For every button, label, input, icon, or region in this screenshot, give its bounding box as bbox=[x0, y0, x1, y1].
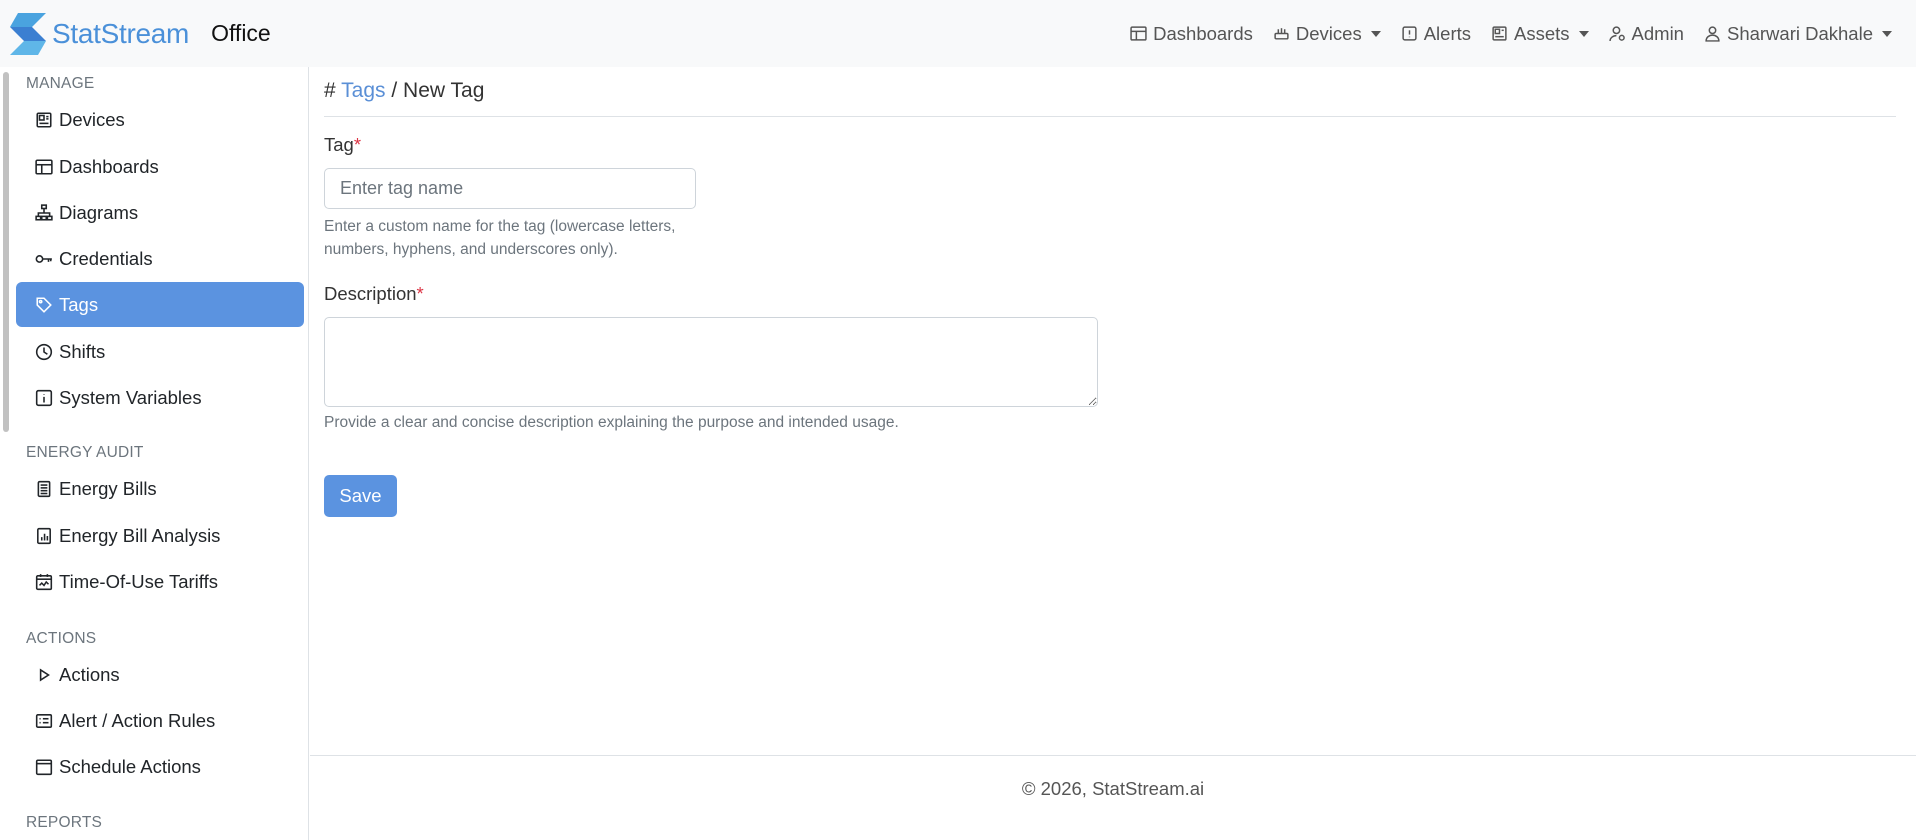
description-label: Description* bbox=[324, 283, 424, 305]
tag-label: Tag* bbox=[324, 134, 361, 156]
assets-icon bbox=[1492, 26, 1507, 41]
sidebar-item-actions[interactable]: Actions bbox=[16, 652, 304, 697]
required-mark: * bbox=[416, 283, 424, 304]
sidebar-item-label: Shifts bbox=[59, 340, 106, 362]
tag-name-input[interactable] bbox=[324, 168, 696, 209]
device-icon bbox=[36, 111, 52, 128]
tag-help-line-1: Enter a custom name for the tag (lowerca… bbox=[324, 218, 676, 235]
user-icon bbox=[1705, 26, 1720, 42]
sidebar-item-energy-bill-analysis[interactable]: Energy Bill Analysis bbox=[16, 513, 304, 558]
section-reports: REPORTS bbox=[26, 814, 103, 831]
sidebar-item-system-variables[interactable]: System Variables bbox=[16, 375, 304, 420]
sidebar-item-label: System Variables bbox=[59, 386, 202, 408]
nav-user-menu[interactable]: Sharwari Dakhale bbox=[1704, 23, 1892, 45]
nav-admin-label: Admin bbox=[1631, 22, 1684, 44]
nav-devices-label: Devices bbox=[1295, 22, 1362, 44]
sidebar-item-energy-bills[interactable]: Energy Bills bbox=[16, 466, 304, 511]
sidebar-item-label: Dashboards bbox=[59, 155, 159, 177]
sidebar-item-tags[interactable]: Tags bbox=[16, 282, 304, 327]
nav-alerts-label: Alerts bbox=[1423, 22, 1471, 44]
breadcrumb-hash: # bbox=[324, 79, 336, 102]
devices-icon bbox=[1274, 28, 1289, 40]
sidebar-item-devices[interactable]: Devices bbox=[16, 97, 304, 142]
alert-icon bbox=[1402, 26, 1417, 41]
sidebar-item-label: Alert / Action Rules bbox=[59, 709, 216, 731]
key-icon bbox=[35, 254, 52, 263]
tag-icon bbox=[36, 296, 52, 313]
top-nav-links: Dashboards Devices Alerts Assets Admin S… bbox=[1130, 0, 1892, 67]
nav-dashboards[interactable]: Dashboards bbox=[1130, 23, 1253, 45]
top-navbar: StatStream Office Dashboards Devices Ale… bbox=[0, 0, 1916, 67]
section-energy-audit: ENERGY AUDIT bbox=[26, 444, 144, 461]
sidebar-item-label: Devices bbox=[59, 108, 125, 130]
schedule-icon bbox=[35, 758, 53, 775]
chevron-down-icon bbox=[1370, 30, 1381, 37]
nav-assets[interactable]: Assets bbox=[1491, 23, 1589, 45]
breadcrumb-current: New Tag bbox=[403, 79, 485, 102]
tag-help-line-2: numbers, hyphens, and underscores only). bbox=[324, 241, 618, 258]
rules-icon bbox=[35, 713, 53, 728]
sidebar-item-schedule-actions[interactable]: Schedule Actions bbox=[16, 744, 304, 789]
sidebar-scrollbar[interactable] bbox=[3, 72, 9, 432]
nav-dashboards-label: Dashboards bbox=[1153, 22, 1253, 44]
sidebar-item-alert-action-rules[interactable]: Alert / Action Rules bbox=[16, 698, 304, 743]
sidebar-item-label: Energy Bill Analysis bbox=[59, 524, 221, 546]
bill-icon bbox=[37, 480, 51, 497]
description-textarea[interactable] bbox=[324, 317, 1098, 407]
section-manage: MANAGE bbox=[26, 75, 95, 92]
footer: © 2026, StatStream.ai bbox=[310, 755, 1916, 840]
sidebar-item-credentials[interactable]: Credentials bbox=[16, 236, 304, 281]
sidebar-item-time-of-use-tariffs[interactable]: Time-Of-Use Tariffs bbox=[16, 559, 304, 604]
sidebar-item-diagrams[interactable]: Diagrams bbox=[16, 190, 304, 235]
nav-devices[interactable]: Devices bbox=[1273, 23, 1381, 45]
section-actions: ACTIONS bbox=[26, 630, 97, 647]
chevron-down-icon bbox=[1578, 30, 1589, 37]
nav-alerts[interactable]: Alerts bbox=[1401, 23, 1471, 45]
nav-assets-label: Assets bbox=[1514, 22, 1570, 44]
breadcrumb-link-tags[interactable]: Tags bbox=[341, 79, 385, 102]
sidebar-item-label: Credentials bbox=[59, 247, 153, 269]
breadcrumb: # Tags / New Tag bbox=[324, 79, 484, 103]
breadcrumb-divider bbox=[324, 116, 1896, 117]
sidebar-item-label: Time-Of-Use Tariffs bbox=[59, 570, 218, 592]
sidebar-item-dashboards[interactable]: Dashboards bbox=[16, 144, 304, 189]
nav-user-label: Sharwari Dakhale bbox=[1726, 22, 1873, 44]
required-mark: * bbox=[353, 134, 362, 155]
breadcrumb-separator: / bbox=[391, 79, 398, 102]
statstream-logo-icon bbox=[10, 12, 46, 55]
info-icon bbox=[35, 389, 53, 406]
chevron-down-icon bbox=[1882, 30, 1892, 37]
sidebar-item-label: Schedule Actions bbox=[59, 755, 201, 777]
description-label-text: Description bbox=[324, 283, 417, 304]
sidebar-item-label: Energy Bills bbox=[59, 477, 157, 499]
play-icon bbox=[39, 667, 50, 682]
brand-subtitle: Office bbox=[211, 20, 271, 46]
save-button[interactable]: Save bbox=[324, 475, 397, 517]
clock-icon bbox=[35, 343, 53, 360]
sidebar-item-label: Actions bbox=[59, 663, 120, 685]
sidebar: MANAGE Devices Dashboards Diagrams Crede… bbox=[0, 67, 309, 840]
description-help-text: Provide a clear and concise description … bbox=[324, 414, 899, 431]
nav-admin[interactable]: Admin bbox=[1608, 22, 1684, 45]
chart-icon bbox=[37, 527, 51, 544]
brand-name: StatStream bbox=[52, 17, 190, 49]
main-content: # Tags / New Tag Tag* Enter a custom nam… bbox=[310, 67, 1916, 840]
dashboard-icon bbox=[35, 158, 53, 175]
sidebar-item-shifts[interactable]: Shifts bbox=[16, 329, 304, 374]
footer-copyright: © 2026, StatStream.ai bbox=[1021, 778, 1205, 799]
calendar-icon bbox=[35, 573, 53, 590]
diagram-icon bbox=[35, 203, 53, 221]
sidebar-item-label: Tags bbox=[59, 293, 99, 315]
sidebar-item-label: Diagrams bbox=[59, 201, 139, 223]
tag-label-text: Tag bbox=[324, 134, 354, 155]
brand[interactable]: StatStream Office bbox=[10, 12, 271, 55]
admin-icon bbox=[1608, 26, 1625, 42]
dashboard-icon bbox=[1130, 26, 1147, 41]
tag-help-text: Enter a custom name for the tag (lowerca… bbox=[324, 215, 676, 261]
